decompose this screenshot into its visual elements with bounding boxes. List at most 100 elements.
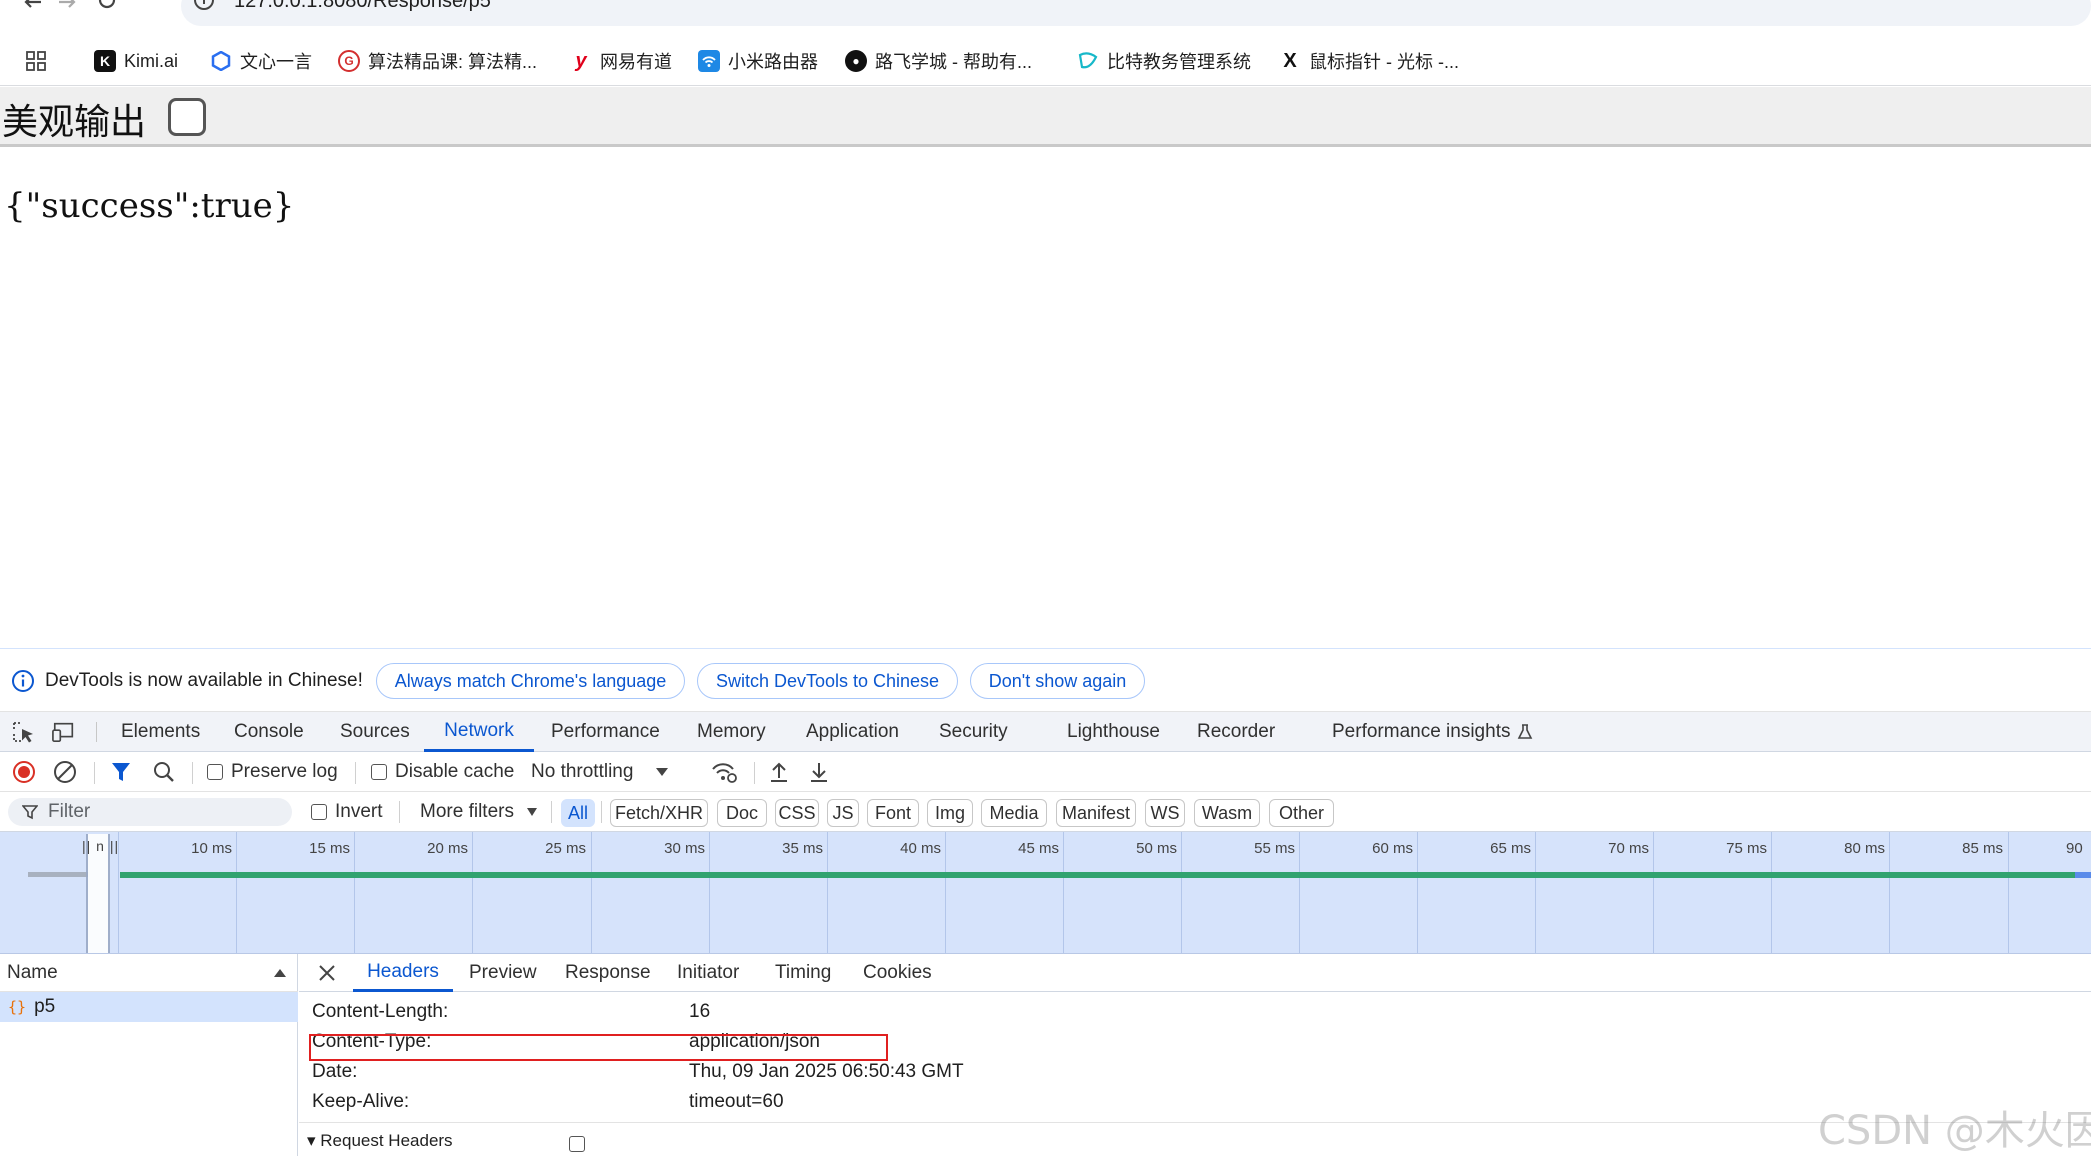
network-conditions-icon[interactable]: [710, 760, 738, 784]
type-filter-font[interactable]: Font: [867, 799, 919, 827]
time-tick: 40 ms: [900, 840, 941, 857]
export-har-icon[interactable]: [808, 760, 830, 784]
request-headers-section-toggle[interactable]: ▾ Request Headers: [307, 1131, 453, 1151]
back-button[interactable]: [20, 0, 46, 20]
waterfall-bar-queued: [28, 872, 88, 877]
filter-icon: [22, 805, 38, 820]
bookmark-algo[interactable]: G 算法精品课: 算法精...: [338, 46, 537, 76]
type-filter-all[interactable]: All: [561, 799, 595, 827]
type-filter-css[interactable]: CSS: [775, 799, 819, 827]
type-filter-fetch-xhr[interactable]: Fetch/XHR: [610, 799, 708, 827]
tab-recorder[interactable]: Recorder: [1197, 712, 1275, 752]
tab-response[interactable]: Response: [565, 954, 651, 992]
bookmark-youdao[interactable]: y 网易有道: [570, 46, 672, 76]
always-match-language-button[interactable]: Always match Chrome's language: [376, 663, 685, 699]
timeline-markers: || n ||: [82, 838, 120, 854]
type-filter-img[interactable]: Img: [927, 799, 973, 827]
dont-show-again-button[interactable]: Don't show again: [970, 663, 1145, 699]
name-header-label: Name: [7, 961, 58, 983]
tab-memory[interactable]: Memory: [697, 712, 766, 752]
time-tick: 80 ms: [1844, 840, 1885, 857]
throttling-value: No throttling: [531, 761, 634, 782]
bookmark-wenxin[interactable]: 文心一言: [210, 46, 312, 76]
flask-icon: [1518, 724, 1533, 739]
tab-lighthouse[interactable]: Lighthouse: [1067, 712, 1160, 752]
apps-button[interactable]: [26, 46, 46, 76]
type-filter-other[interactable]: Other: [1269, 799, 1334, 827]
bookmark-label: 路飞学城 - 帮助有...: [875, 52, 1032, 72]
network-toolbar: Preserve log Disable cache No throttling: [0, 752, 2091, 792]
type-filter-manifest[interactable]: Manifest: [1056, 799, 1136, 827]
tab-cookies[interactable]: Cookies: [863, 954, 932, 992]
filter-input[interactable]: Filter: [8, 798, 292, 826]
tab-preview[interactable]: Preview: [469, 954, 537, 992]
throttling-select[interactable]: No throttling: [531, 760, 669, 784]
type-filter-js[interactable]: JS: [827, 799, 859, 827]
tab-console[interactable]: Console: [234, 712, 304, 752]
filter-funnel-icon[interactable]: [110, 760, 132, 784]
back-arrow-icon: [24, 0, 41, 8]
tab-performance[interactable]: Performance: [551, 712, 660, 752]
tab-application[interactable]: Application: [806, 712, 899, 752]
tab-security[interactable]: Security: [939, 712, 1008, 752]
grid-line: [1771, 832, 1772, 953]
raw-headers-checkbox[interactable]: [569, 1136, 585, 1152]
request-row[interactable]: {} p5: [0, 992, 298, 1022]
bookmark-bit[interactable]: 比特教务管理系统: [1077, 46, 1251, 76]
forward-button[interactable]: [54, 0, 80, 20]
header-key: Date:: [312, 1061, 358, 1082]
preserve-log-checkbox[interactable]: [207, 764, 223, 780]
watermark: CSDN @木火因: [1818, 1108, 2091, 1154]
name-column-header[interactable]: Name: [0, 954, 298, 992]
type-filter-doc[interactable]: Doc: [717, 799, 767, 827]
pretty-print-checkbox[interactable]: [168, 98, 206, 136]
tab-performance-insights[interactable]: Performance insights: [1332, 712, 1534, 752]
time-tick: 65 ms: [1490, 840, 1531, 857]
devtools-tab-bar: Elements Console Sources Network Perform…: [0, 712, 2091, 752]
disable-cache-toggle[interactable]: Disable cache: [371, 760, 514, 784]
device-toolbar-icon[interactable]: [52, 721, 76, 743]
divider: [96, 722, 97, 742]
youdao-icon: y: [575, 49, 587, 72]
time-tick: 20 ms: [427, 840, 468, 857]
tab-headers[interactable]: Headers: [353, 954, 453, 992]
invert-checkbox[interactable]: [311, 804, 327, 820]
address-row: 127.0.0.1:8080/Response/p5: [0, 0, 2091, 32]
tab-elements[interactable]: Elements: [121, 712, 200, 752]
filter-row: Filter Invert More filters All Fetch/XHR…: [0, 792, 2091, 832]
record-stop-icon[interactable]: [12, 760, 36, 784]
bookmarks-bar: K Kimi.ai 文心一言 G 算法精品课: 算法精... y 网易有道 小米…: [0, 40, 2091, 86]
import-har-icon[interactable]: [768, 760, 790, 784]
preserve-log-toggle[interactable]: Preserve log: [207, 760, 338, 784]
inspect-element-icon[interactable]: [12, 721, 36, 743]
network-overview-timeline[interactable]: 10 ms 15 ms 20 ms 25 ms 30 ms 35 ms 40 m…: [0, 832, 2091, 954]
invert-toggle[interactable]: Invert: [311, 800, 383, 824]
search-icon[interactable]: [152, 760, 176, 784]
wenxin-icon: [210, 50, 232, 72]
disable-cache-label: Disable cache: [395, 761, 515, 782]
bookmark-xiaomi[interactable]: 小米路由器: [698, 46, 818, 76]
grid-line: [709, 832, 710, 953]
type-filter-media[interactable]: Media: [981, 799, 1047, 827]
url-text[interactable]: 127.0.0.1:8080/Response/p5: [234, 0, 491, 13]
more-filters-dropdown[interactable]: More filters: [420, 800, 538, 824]
disable-cache-checkbox[interactable]: [371, 764, 387, 780]
close-icon[interactable]: [317, 963, 337, 983]
type-filter-wasm[interactable]: Wasm: [1194, 799, 1260, 827]
bookmark-luffy[interactable]: ● 路飞学城 - 帮助有...: [845, 46, 1032, 76]
grid-line: [2008, 832, 2009, 953]
tab-initiator[interactable]: Initiator: [677, 954, 739, 992]
switch-to-chinese-button[interactable]: Switch DevTools to Chinese: [697, 663, 958, 699]
more-filters-label: More filters: [420, 801, 514, 822]
clear-icon[interactable]: [53, 760, 77, 784]
reload-button[interactable]: [94, 0, 120, 20]
json-response-text: {"success":true}: [4, 186, 295, 226]
site-info-icon[interactable]: [193, 0, 215, 16]
type-filter-ws[interactable]: WS: [1145, 799, 1185, 827]
tab-network[interactable]: Network: [424, 712, 534, 752]
tab-timing[interactable]: Timing: [775, 954, 831, 992]
bookmark-cursor[interactable]: X 鼠标指针 - 光标 -...: [1279, 46, 1459, 76]
tab-sources[interactable]: Sources: [340, 712, 410, 752]
bookmark-kimi[interactable]: K Kimi.ai: [94, 46, 178, 76]
divider: [355, 762, 356, 784]
